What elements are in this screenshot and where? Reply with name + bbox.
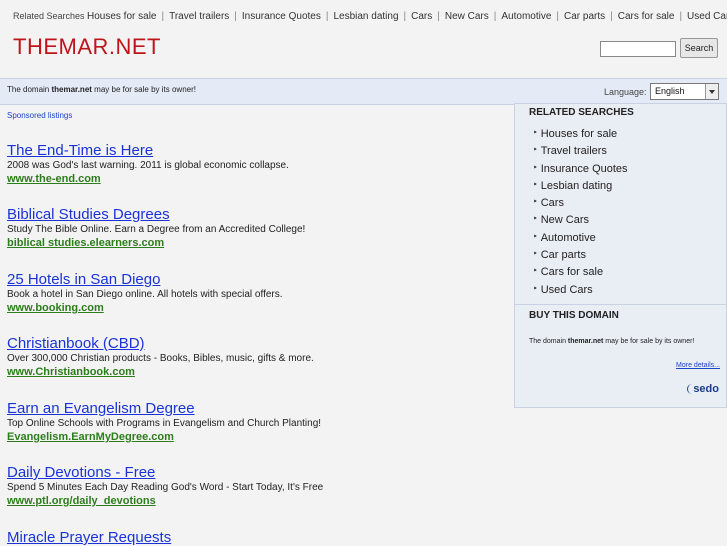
site-logo[interactable]: THEMAR.NET — [13, 34, 161, 60]
related-link-car-parts[interactable]: Car parts — [541, 249, 586, 261]
bullet-icon: ‣ — [533, 128, 538, 137]
ad-title[interactable]: Christianbook (CBD) — [7, 335, 507, 352]
ad-listing: 25 Hotels in San Diego Book a hotel in S… — [7, 271, 507, 315]
top-link-houses-for-sale[interactable]: Houses for sale — [87, 11, 156, 22]
list-item[interactable]: ‣ Insurance Quotes — [533, 161, 628, 178]
separator: | — [437, 11, 440, 22]
ad-description: Book a hotel in San Diego online. All ho… — [7, 289, 283, 300]
ad-url[interactable]: Evangelism.EarnMyDegree.com — [7, 430, 507, 444]
top-related-searches: Related Searches Houses for sale | Travel … — [0, 0, 727, 30]
sedo-logo[interactable]: sedo — [687, 383, 719, 395]
top-link-new-cars[interactable]: New Cars — [445, 11, 489, 22]
ad-listing: Earn an Evangelism Degree Top Online Sch… — [7, 400, 507, 444]
list-item[interactable]: ‣ Automotive — [533, 230, 628, 247]
top-link-automotive[interactable]: Automotive — [501, 11, 551, 22]
list-item[interactable]: ‣ Travel trailers — [533, 143, 628, 160]
top-link-travel-trailers[interactable]: Travel trailers — [169, 11, 229, 22]
ad-title[interactable]: The End-Time is Here — [7, 142, 507, 159]
related-searches-list: ‣ Houses for sale ‣ Travel trailers ‣ Insur… — [533, 126, 628, 299]
ad-url[interactable]: www.ptl.org/daily_devotions — [7, 494, 507, 508]
separator: | — [493, 11, 497, 22]
related-link-automotive[interactable]: Automotive — [541, 232, 596, 244]
top-link-insurance-quotes[interactable]: Insurance Quotes — [242, 11, 321, 22]
separator: | — [234, 11, 237, 22]
list-item[interactable]: ‣ Lesbian dating — [533, 178, 628, 195]
ad-description: Over 300,000 Christian products - Books,… — [7, 353, 314, 364]
domain-name: themar.net — [51, 85, 92, 94]
separator: | — [403, 11, 407, 22]
separator: | — [325, 11, 329, 22]
search-button[interactable]: Search — [680, 38, 718, 58]
ad-listing: The End-Time is Here 2008 was God's last… — [7, 142, 507, 186]
ad-url[interactable]: www.booking.com — [7, 301, 507, 315]
separator: | — [556, 11, 560, 22]
related-searches-heading: RELATED SEARCHES — [529, 107, 634, 118]
bullet-icon: ‣ — [533, 162, 538, 172]
sidebar: RELATED SEARCHES ‣ Houses for sale ‣ Trave… — [514, 103, 727, 408]
search-input[interactable] — [600, 41, 676, 57]
bullet-icon: ‣ — [533, 214, 538, 224]
ad-description: Study The Bible Online. Earn a Degree fr… — [7, 224, 306, 235]
bullet-icon: ‣ — [533, 231, 538, 241]
top-link-cars-for-sale[interactable]: Cars for sale — [618, 11, 675, 22]
related-link-insurance-quotes[interactable]: Insurance Quotes — [541, 163, 628, 175]
domain-name: themar.net — [567, 338, 604, 345]
related-link-used-cars[interactable]: Used Cars — [541, 284, 593, 296]
top-related-links: Houses for sale | Travel trailers | Insuranc… — [87, 11, 727, 22]
list-item[interactable]: ‣ Cars for sale — [533, 264, 628, 281]
ad-url[interactable]: biblical studies.elearners.com — [7, 236, 507, 250]
list-item[interactable]: ‣ Cars — [533, 195, 628, 212]
separator: | — [161, 11, 165, 22]
domain-sale-notice: The domain themar.net may be for sale by… — [7, 85, 196, 94]
buy-domain-heading: BUY THIS DOMAIN — [529, 310, 619, 321]
ad-listing: Christianbook (CBD) Over 300,000 Christi… — [7, 335, 507, 379]
ad-title[interactable]: Miracle Prayer Requests — [7, 529, 507, 546]
list-item[interactable]: ‣ Car parts — [533, 247, 628, 264]
ad-description: Top Online Schools with Programs in Evan… — [7, 418, 322, 429]
related-link-new-cars[interactable]: New Cars — [541, 214, 589, 226]
divider — [515, 304, 726, 305]
list-item[interactable]: ‣ Houses for sale — [533, 126, 628, 143]
language-label: Language: — [604, 87, 647, 97]
ad-title[interactable]: Biblical Studies Degrees — [7, 206, 507, 223]
language-select[interactable]: English — [650, 83, 719, 100]
buy-domain-notice: The domain themar.net may be for sale by… — [529, 338, 695, 345]
bullet-icon: ‣ — [533, 249, 538, 259]
top-link-car-parts[interactable]: Car parts — [564, 11, 605, 22]
language-value: English — [655, 86, 685, 96]
related-link-cars-for-sale[interactable]: Cars for sale — [541, 266, 603, 278]
ad-title[interactable]: Earn an Evangelism Degree — [7, 400, 507, 417]
domain-notice-bar: The domain themar.net may be for sale by… — [0, 78, 727, 105]
ad-url[interactable]: www.Christianbook.com — [7, 365, 507, 379]
sedo-arc-icon — [687, 384, 692, 394]
bullet-icon: ‣ — [533, 266, 538, 276]
related-link-cars[interactable]: Cars — [541, 197, 564, 209]
ad-title[interactable]: Daily Devotions - Free — [7, 464, 507, 481]
related-searches-label: Related Searches — [13, 11, 85, 21]
ad-description: Spend 5 Minutes Each Day Reading God's W… — [7, 482, 324, 493]
bullet-icon: ‣ — [533, 197, 538, 207]
top-link-used-cars[interactable]: Used Cars — [687, 11, 727, 22]
related-link-travel-trailers[interactable]: Travel trailers — [541, 145, 607, 157]
ad-listing: Miracle Prayer Requests — [7, 529, 507, 546]
related-link-lesbian-dating[interactable]: Lesbian dating — [541, 180, 613, 192]
list-item[interactable]: ‣ New Cars — [533, 212, 628, 229]
ad-description: 2008 was God's last warning. 2011 is glo… — [7, 160, 289, 171]
chevron-down-icon[interactable] — [705, 84, 718, 99]
separator: | — [610, 11, 613, 22]
related-link-houses-for-sale[interactable]: Houses for sale — [541, 128, 617, 140]
bullet-icon: ‣ — [533, 179, 538, 189]
ad-url[interactable]: www.the-end.com — [7, 172, 507, 186]
top-link-cars[interactable]: Cars — [411, 11, 432, 22]
separator: | — [679, 11, 683, 22]
sponsored-listings-label: Sponsored listings — [7, 111, 73, 120]
bullet-icon: ‣ — [533, 145, 538, 155]
ad-listing: Biblical Studies Degrees Study The Bible… — [7, 206, 507, 250]
ad-listing: Daily Devotions - Free Spend 5 Minutes E… — [7, 464, 507, 508]
top-link-lesbian-dating[interactable]: Lesbian dating — [333, 11, 398, 22]
ad-title[interactable]: 25 Hotels in San Diego — [7, 271, 507, 288]
more-details-link[interactable]: More details... — [676, 362, 720, 369]
list-item[interactable]: ‣ Used Cars — [533, 282, 628, 299]
bullet-icon: ‣ — [533, 283, 538, 293]
